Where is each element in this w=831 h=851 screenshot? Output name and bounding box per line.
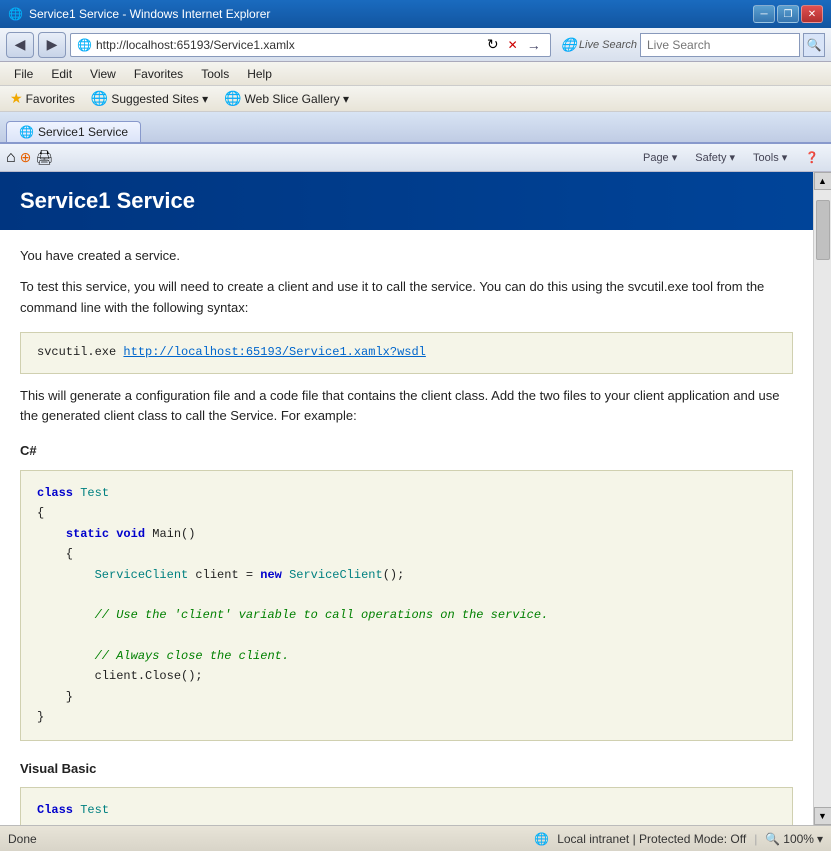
web-slice-icon: 🌐 [224,90,241,107]
svcutil-code-box: svcutil.exe http://localhost:65193/Servi… [20,332,793,373]
close-button[interactable]: ✕ [801,5,823,23]
scroll-track[interactable] [814,190,831,807]
csharp-line-7: // Use the 'client' variable to call ope… [37,605,776,625]
favorites-bar: ★ Favorites 🌐 Suggested Sites ▾ 🌐 Web Sl… [0,86,831,112]
home-icon[interactable]: ⌂ [6,149,16,167]
toolbar-row: ⌂ ⊕ 🖨 Page ▾ Safety ▾ Tools ▾ ❓ [0,144,831,172]
zoom-level: 100% [783,832,814,846]
csharp-line-9: // Always close the client. [37,646,776,666]
vb-label: Visual Basic [20,759,793,780]
help-button[interactable]: ❓ [799,149,825,166]
page-header: Service1 Service [0,172,813,230]
search-button[interactable]: 🔍 [803,33,825,57]
toolbar-left: ⌂ ⊕ 🖨 [6,149,53,167]
favorites-label: Favorites [26,92,75,106]
suggested-sites-label: Suggested Sites ▾ [111,92,208,106]
address-bar: 🌐 http://localhost:65193/Service1.xamlx … [70,33,551,57]
forward-button[interactable]: ▶ [38,32,66,58]
browser-content: Service1 Service You have created a serv… [0,172,831,825]
svcutil-url-link[interactable]: http://localhost:65193/Service1.xamlx?ws… [123,345,425,359]
scroll-thumb[interactable] [816,200,830,260]
print-icon[interactable]: 🖨 [35,149,53,166]
safety-button[interactable]: Safety ▾ [689,149,741,166]
page-button[interactable]: Page ▾ [637,149,683,166]
search-label: Live Search [579,39,637,51]
suggested-sites-icon: 🌐 [91,90,108,107]
status-right: 🌐 Local intranet | Protected Mode: Off |… [534,832,823,846]
title-bar: 🌐 Service1 Service - Windows Internet Ex… [0,0,831,28]
csharp-line-3: static void Main() [37,524,776,544]
favorites-button[interactable]: ★ Favorites [6,89,79,108]
title-bar-left: 🌐 Service1 Service - Windows Internet Ex… [8,7,270,21]
zone-icon: 🌐 [534,832,549,846]
tools-button[interactable]: Tools ▾ [747,149,793,166]
description-paragraph: To test this service, you will need to c… [20,277,793,319]
toolbar-right: Page ▾ Safety ▾ Tools ▾ ❓ [637,149,825,166]
zoom-icon: 🔍 [765,832,780,846]
csharp-line-5: ServiceClient client = new ServiceClient… [37,565,776,585]
browser-address-icon: 🌐 [77,38,92,52]
browser-icon: 🌐 [8,7,23,21]
web-slice-gallery-button[interactable]: 🌐 Web Slice Gallery ▾ [220,89,353,108]
csharp-line-12: } [37,707,776,727]
back-button[interactable]: ◀ [6,32,34,58]
csharp-line-6 [37,585,776,605]
tab-label: Service1 Service [38,125,128,139]
svcutil-prefix: svcutil.exe [37,345,123,359]
address-text: http://localhost:65193/Service1.xamlx [96,38,484,52]
csharp-line-2: { [37,503,776,523]
csharp-label: C# [20,441,793,462]
after-svcutil-paragraph: This will generate a configuration file … [20,386,793,428]
title-bar-controls: ─ ❐ ✕ [753,5,823,23]
csharp-line-11: } [37,687,776,707]
window-title: Service1 Service - Windows Internet Expl… [29,7,270,21]
search-logo: 🌐 Live Search [561,37,637,53]
zoom-control[interactable]: 🔍 100% ▾ [765,832,823,846]
scroll-up-button[interactable]: ▲ [814,172,831,190]
page-title: Service1 Service [20,188,195,213]
restore-button[interactable]: ❐ [777,5,799,23]
suggested-sites-button[interactable]: 🌐 Suggested Sites ▾ [87,89,212,108]
menu-edit[interactable]: Edit [43,65,80,83]
zone-label: Local intranet | Protected Mode: Off [557,832,746,846]
menu-help[interactable]: Help [239,65,280,83]
web-slice-label: Web Slice Gallery ▾ [245,92,350,106]
vb-line-1: Class Test [37,800,776,820]
tab-bar: 🌐 Service1 Service [0,112,831,144]
csharp-line-1: class Test [37,483,776,503]
status-separator: | [754,832,757,846]
menu-view[interactable]: View [82,65,124,83]
minimize-button[interactable]: ─ [753,5,775,23]
status-bar: Done 🌐 Local intranet | Protected Mode: … [0,825,831,851]
browser-tab[interactable]: 🌐 Service1 Service [6,121,141,142]
vb-line-2: Shared Sub Main() [37,821,776,825]
search-logo-icon: 🌐 [561,37,577,53]
tab-icon: 🌐 [19,125,34,139]
star-icon: ★ [10,90,23,107]
csharp-code-block: class Test { static void Main() { Servic… [20,470,793,741]
vb-code-block: Class Test Shared Sub Main() Dim client … [20,787,793,825]
vertical-scrollbar: ▲ ▼ [813,172,831,825]
csharp-line-10: client.Close(); [37,666,776,686]
search-input[interactable] [640,33,800,57]
csharp-line-4: { [37,544,776,564]
page-body: You have created a service. To test this… [0,230,813,825]
scroll-down-button[interactable]: ▼ [814,807,831,825]
menu-favorites[interactable]: Favorites [126,65,191,83]
address-nav-icons: ↻ ✕ → [484,36,544,53]
search-container: 🌐 Live Search 🔍 [561,33,825,57]
intro-paragraph: You have created a service. [20,246,793,267]
menu-bar: File Edit View Favorites Tools Help [0,62,831,86]
menu-file[interactable]: File [6,65,41,83]
rss-icon[interactable]: ⊕ [20,149,32,166]
refresh-icon[interactable]: ↻ [487,36,499,53]
nav-bar: ◀ ▶ 🌐 http://localhost:65193/Service1.xa… [0,28,831,62]
stop-icon[interactable]: ✕ [508,38,518,52]
menu-tools[interactable]: Tools [193,65,237,83]
content-area: Service1 Service You have created a serv… [0,172,813,825]
go-arrow-icon[interactable]: → [527,37,541,53]
zoom-chevron-icon: ▾ [817,832,823,846]
csharp-line-8 [37,626,776,646]
status-text: Done [8,832,534,846]
